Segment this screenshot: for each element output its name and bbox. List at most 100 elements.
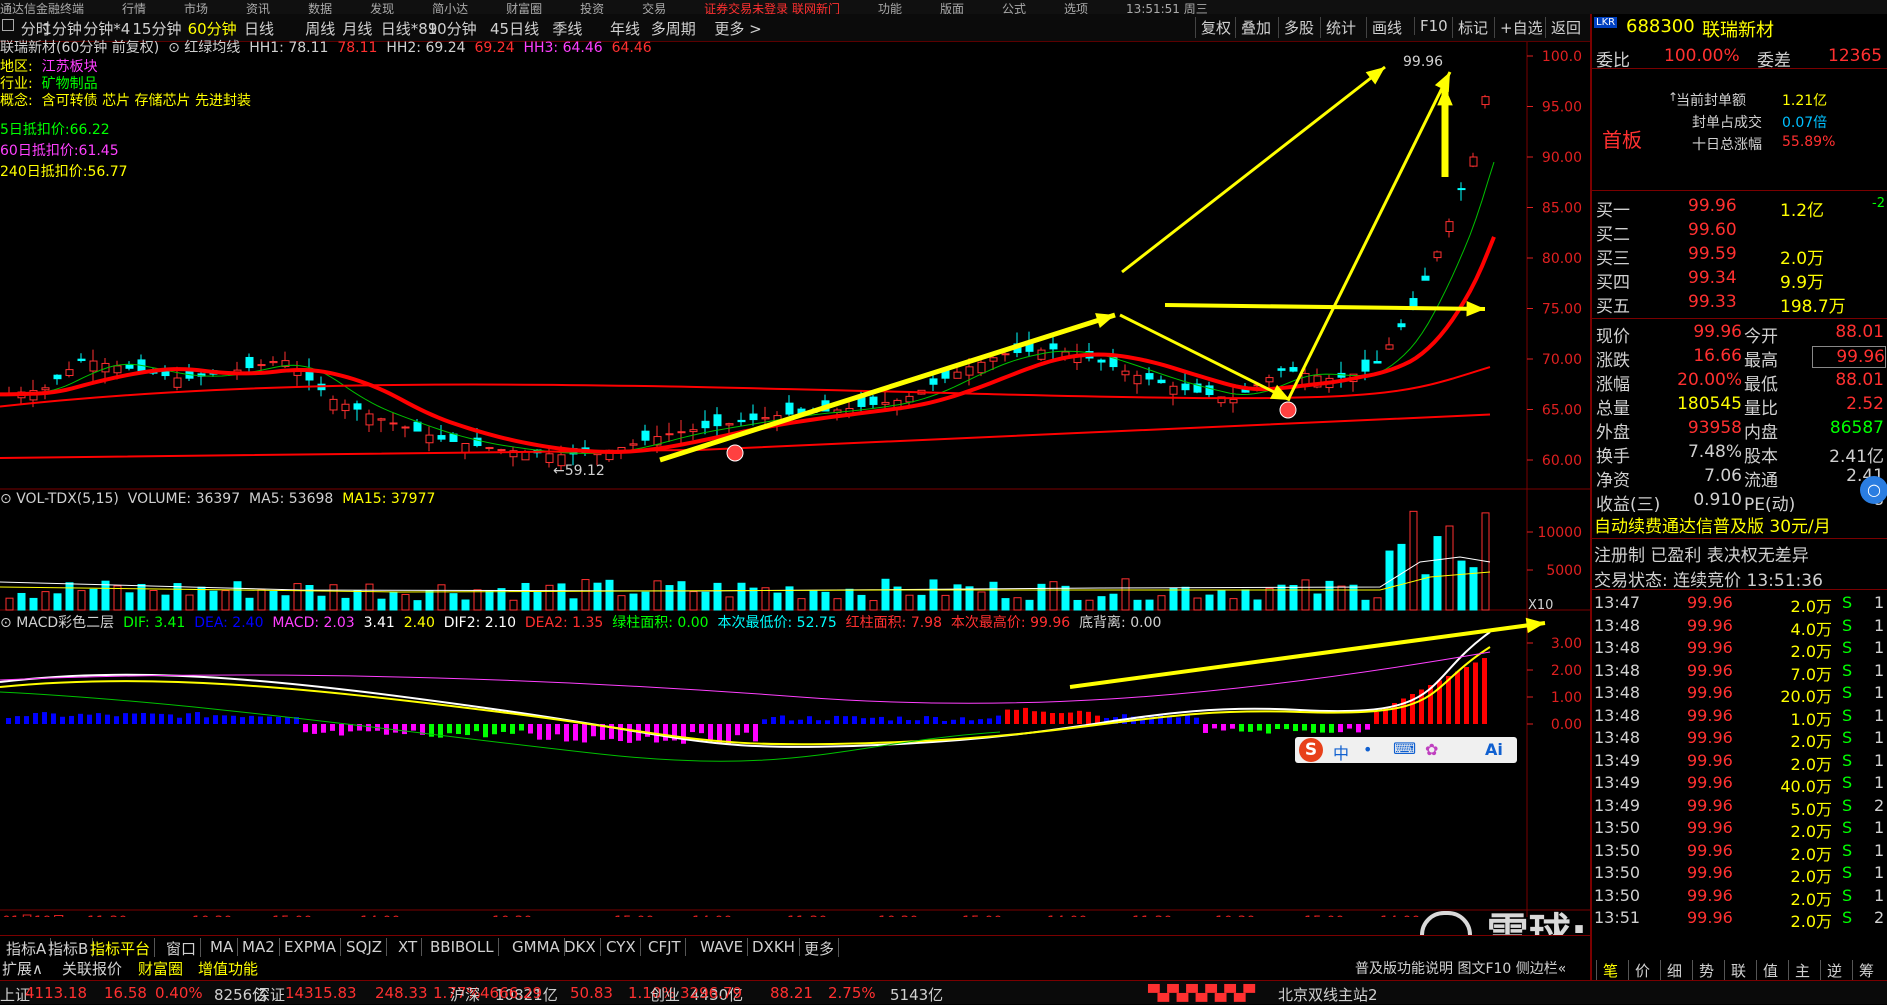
volume-bar: [1289, 584, 1298, 611]
toolbar-6-button[interactable]: 标记: [1452, 17, 1493, 38]
period-tab[interactable]: 周线: [305, 18, 335, 39]
ime-punct-icon[interactable]: •: [1363, 740, 1372, 759]
top-menu-item[interactable]: 投资: [580, 2, 604, 14]
volume-bar: [281, 595, 290, 611]
toolbar-3-button[interactable]: 统计: [1320, 17, 1361, 38]
quote-tab[interactable]: 笔: [1596, 960, 1618, 981]
toolbar-8-button[interactable]: 返回: [1545, 17, 1586, 38]
float-assist-icon[interactable]: ○: [1860, 476, 1887, 504]
indicator-tab[interactable]: MA: [206, 938, 239, 956]
quote-tab[interactable]: 逆: [1820, 960, 1842, 981]
indicator-tab[interactable]: CFJT: [644, 938, 686, 956]
quote-tab[interactable]: 联: [1724, 960, 1746, 981]
top-menu-item[interactable]: 资讯: [246, 2, 270, 14]
ime-toolbar[interactable]: S 中 • ⌨ ✿ Ai: [1295, 737, 1517, 763]
quote-tab[interactable]: 势: [1692, 960, 1714, 981]
top-menu-item[interactable]: 证券交易未登录 联网新门: [704, 2, 840, 14]
indicator-tab[interactable]: WAVE: [696, 938, 749, 956]
volume-bar: [569, 598, 578, 611]
bid-row[interactable]: 买一 99.96 1.2亿 -2: [1592, 194, 1887, 221]
bid-row[interactable]: 买五 99.33 198.7万: [1592, 290, 1887, 317]
period-tab[interactable]: 15分钟: [132, 18, 181, 39]
ime-skin-icon[interactable]: ✿: [1425, 740, 1438, 759]
toolbar-2-button[interactable]: 多股: [1278, 17, 1319, 38]
period-tab[interactable]: 年线: [610, 18, 640, 39]
top-menu-item[interactable]: 简小达: [432, 2, 468, 14]
top-menu-item[interactable]: 行情: [122, 2, 146, 14]
quote-tab[interactable]: 筹: [1852, 960, 1874, 981]
toolbar-0-button[interactable]: 复权: [1195, 17, 1236, 38]
index-label[interactable]: 创业: [650, 984, 680, 1005]
indicator-tab[interactable]: 更多: [800, 938, 840, 959]
indicator-tab[interactable]: 窗口: [162, 938, 202, 959]
period-tab[interactable]: 60分钟: [188, 18, 237, 39]
toolbar-7-button[interactable]: +自选: [1494, 17, 1548, 38]
period-tab[interactable]: 10分钟: [428, 18, 477, 39]
quote-tab[interactable]: 值: [1756, 960, 1778, 981]
top-menu-item[interactable]: 数据: [308, 2, 332, 14]
ext-tab[interactable]: 扩展∧: [2, 958, 43, 979]
stat-value: 2.52: [1846, 394, 1884, 414]
indicator-tab[interactable]: 指标平台: [86, 938, 156, 959]
top-menu-item[interactable]: 市场: [184, 2, 208, 14]
top-menu-item[interactable]: 公式: [1002, 2, 1026, 14]
indicator-tab[interactable]: XT: [394, 938, 423, 956]
indicator-tab[interactable]: DXKH: [748, 938, 800, 956]
top-menu-item[interactable]: 交易: [642, 2, 666, 14]
toolbar-1-button[interactable]: 叠加: [1235, 17, 1276, 38]
period-tab[interactable]: 45日线: [490, 18, 539, 39]
ext-tab[interactable]: 增值功能: [198, 958, 258, 979]
indicator-tab[interactable]: EXPMA: [280, 938, 342, 956]
bid-row[interactable]: 买四 99.34 9.9万: [1592, 266, 1887, 293]
subscription-ad[interactable]: 自动续费通达信普及版 30元/月: [1594, 512, 1831, 537]
top-menu-item[interactable]: 功能: [878, 2, 902, 14]
bid-row[interactable]: 买三 99.59 2.0万: [1592, 242, 1887, 269]
indicator-tab[interactable]: GMMA: [508, 938, 565, 956]
tick-time: 13:50: [1594, 840, 1641, 860]
toolbar-5-button[interactable]: F10: [1414, 17, 1453, 35]
macd-bar: [969, 720, 974, 724]
price-axis-label: 80.00: [1542, 251, 1582, 267]
tick-volume: 5.0万: [1790, 799, 1832, 819]
concept-value[interactable]: 含可转债 芯片 存储芯片 先进封装: [42, 93, 251, 109]
server-name[interactable]: 北京双线主站2: [1278, 984, 1378, 1005]
period-tab[interactable]: 日线: [244, 18, 274, 39]
period-tab[interactable]: 多周期: [651, 18, 696, 39]
indicator-tab[interactable]: MA2: [238, 938, 280, 956]
index-label[interactable]: 沪深: [450, 984, 480, 1005]
quote-tab[interactable]: 价: [1628, 960, 1650, 981]
top-menu-item[interactable]: 13:51:51 周三: [1126, 2, 1208, 14]
top-menu-item[interactable]: 发现: [370, 2, 394, 14]
indicator-tab[interactable]: DKX: [560, 938, 601, 956]
indicator-tab[interactable]: BBIBOLL: [426, 938, 499, 956]
ext-tab[interactable]: 财富圈: [138, 958, 183, 979]
period-tab[interactable]: 季线: [552, 18, 582, 39]
ime-ai-button[interactable]: Ai: [1485, 740, 1503, 759]
quote-tab[interactable]: 主: [1788, 960, 1810, 981]
macd-bar: [1311, 724, 1316, 733]
top-menu-item[interactable]: 版面: [940, 2, 964, 14]
ime-chinese-toggle[interactable]: 中: [1333, 740, 1349, 764]
toolbar-4-button[interactable]: 画线: [1366, 17, 1407, 38]
period-tab[interactable]: 月线: [342, 18, 372, 39]
macd-bar: [807, 716, 812, 724]
top-menu-item[interactable]: 通达信金融终端: [0, 2, 84, 14]
period-tab[interactable]: 更多 >: [714, 18, 761, 39]
quote-tab[interactable]: 细: [1660, 960, 1682, 981]
volume-bar: [1229, 598, 1238, 611]
top-menu-item[interactable]: 选项: [1064, 2, 1088, 14]
macd-bar: [159, 713, 164, 724]
bid-row[interactable]: 买二 99.60: [1592, 218, 1887, 245]
period-tab[interactable]: 分钟*4: [83, 18, 130, 39]
index-label[interactable]: 深证: [255, 984, 285, 1005]
ext-tabs-right-links[interactable]: 普及版功能说明 图文F10 侧边栏«: [1355, 958, 1566, 978]
kline-chart-svg[interactable]: 100.0 95.00 90.00 85.00 80.00 75.00 70.00 65.00…: [0, 42, 1590, 917]
indicator-tab[interactable]: CYX: [602, 938, 641, 956]
chart-area[interactable]: 100.0 95.00 90.00 85.00 80.00 75.00 70.00 65.00…: [0, 40, 1590, 917]
indicator-tab[interactable]: SQJZ: [342, 938, 388, 956]
period-tab[interactable]: 1分钟: [42, 18, 82, 39]
ime-keyboard-icon[interactable]: ⌨: [1393, 739, 1416, 758]
menu-square-icon[interactable]: [2, 19, 14, 31]
ext-tab[interactable]: 关联报价: [62, 958, 122, 979]
top-menu-item[interactable]: 财富圈: [506, 2, 542, 14]
